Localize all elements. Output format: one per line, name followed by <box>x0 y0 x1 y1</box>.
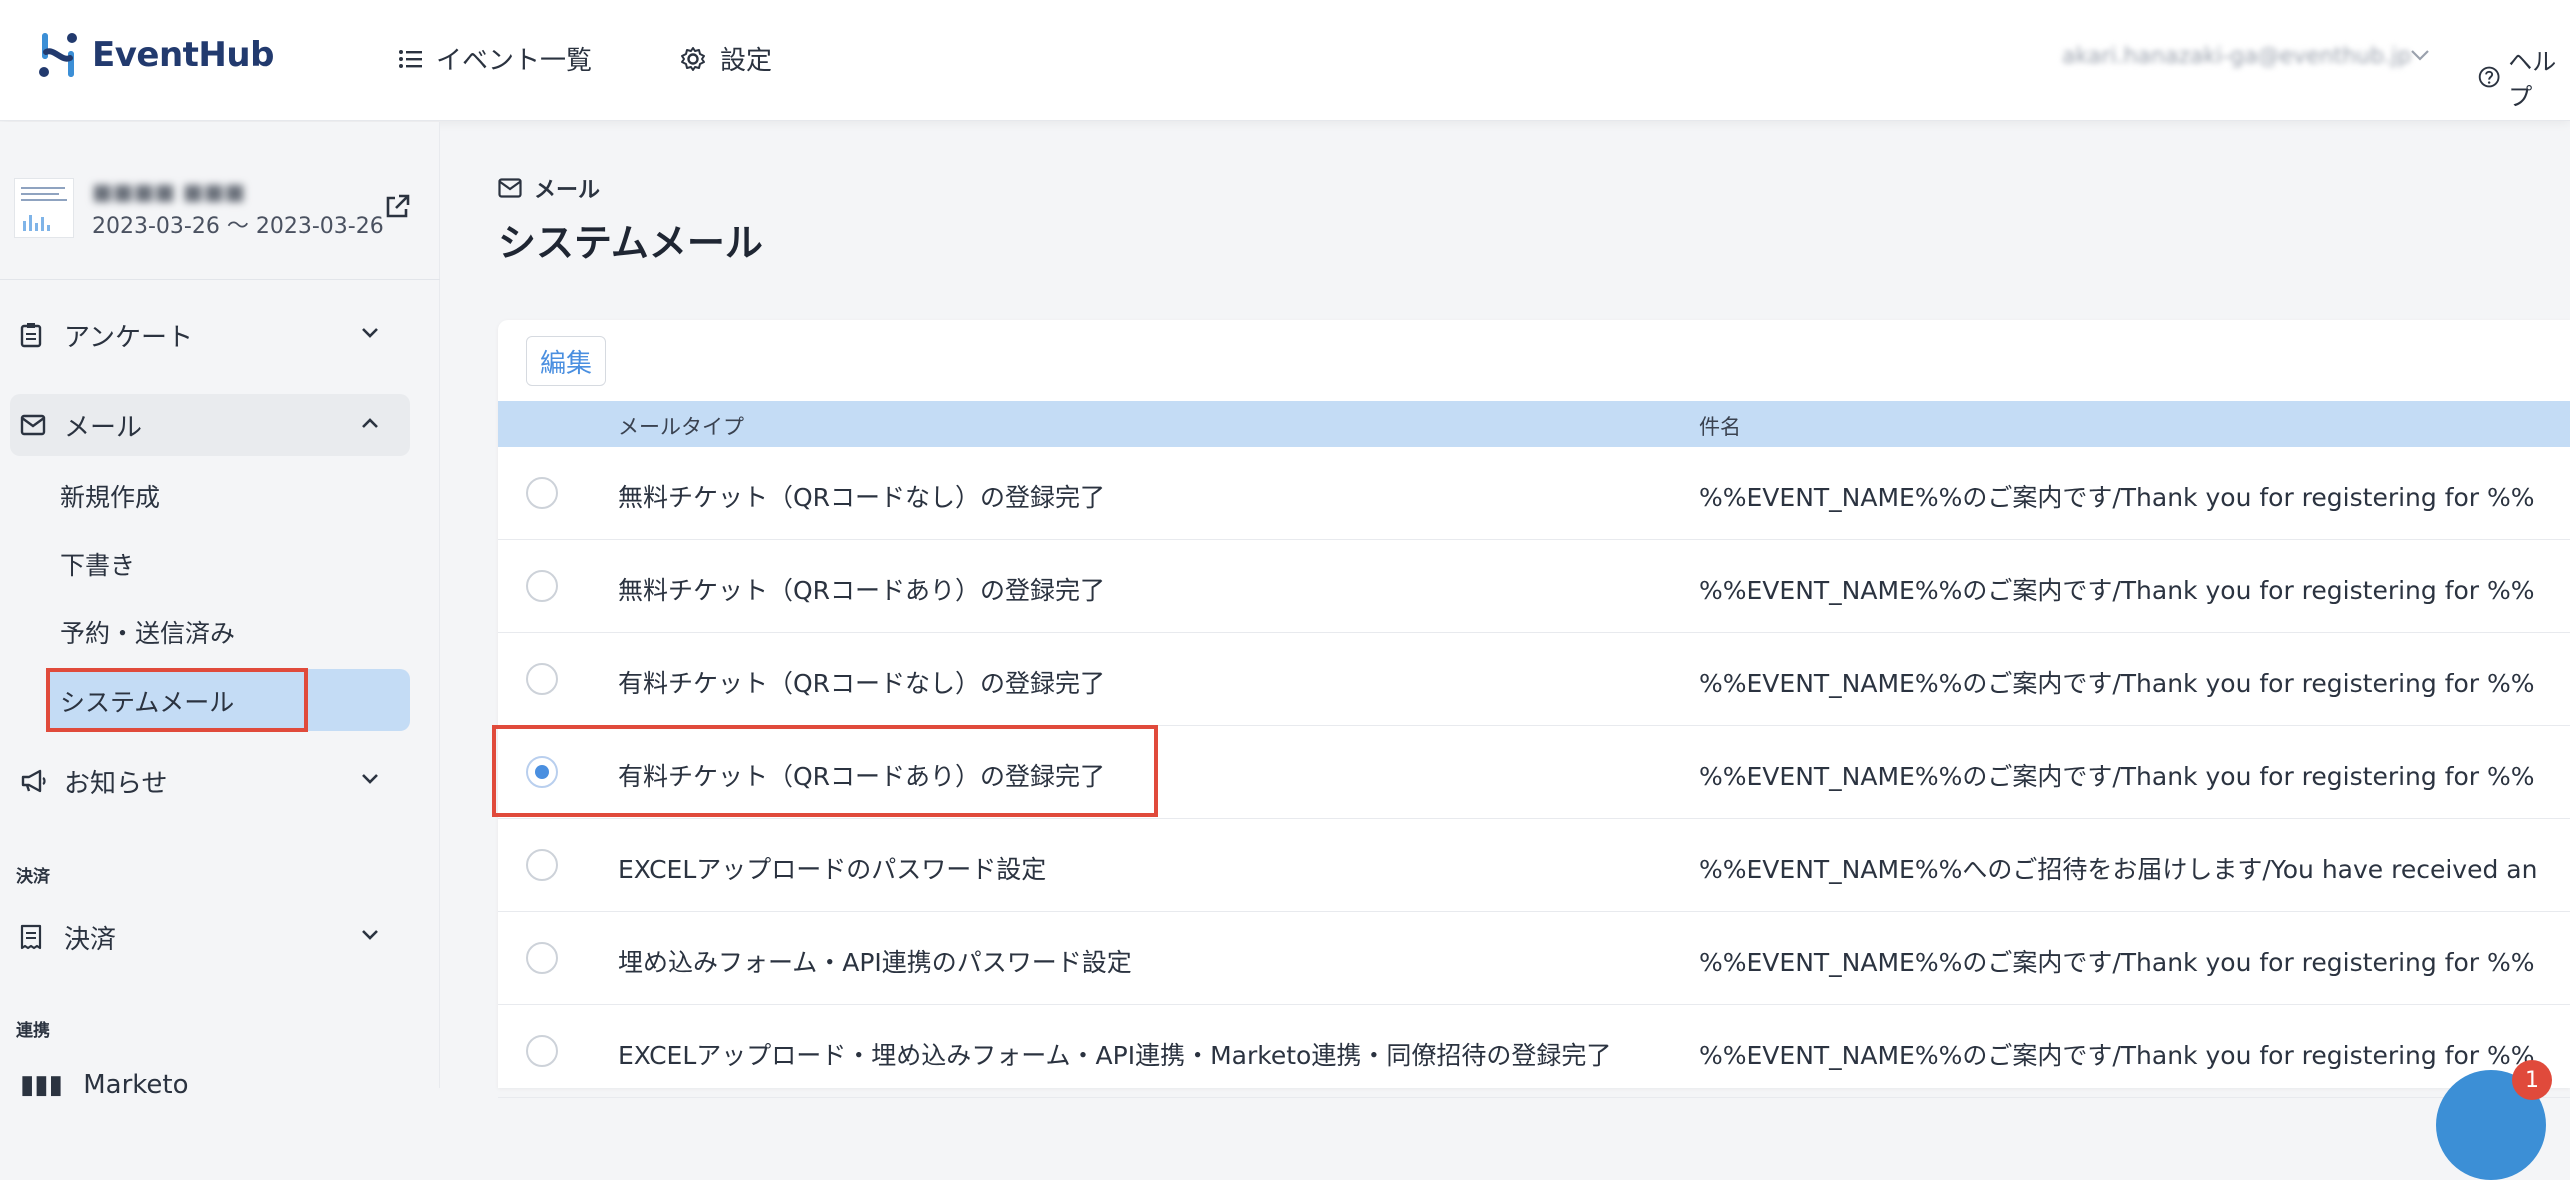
cell-subject: %%EVENT_NAME%%のご案内です/Thank you for regis… <box>1699 576 2535 605</box>
column-header-mail-type: メールタイプ <box>618 415 744 439</box>
cell-mail-type: 無料チケット（QRコードあり）の登録完了 <box>618 576 1106 605</box>
chat-notification-badge: 1 <box>2512 1060 2552 1100</box>
cell-subject: %%EVENT_NAME%%のご案内です/Thank you for regis… <box>1699 762 2535 791</box>
sidebar-item-survey[interactable]: アンケート <box>10 304 410 366</box>
sidebar-item-marketo[interactable]: ▮▮▮ Marketo <box>20 1070 189 1100</box>
bars-icon: ▮▮▮ <box>20 1070 63 1100</box>
help-link[interactable]: ヘルプ <box>2478 42 2570 112</box>
section-label-integration: 連携 <box>16 1021 50 1041</box>
event-name: ■■■■ ■■■ <box>92 180 246 205</box>
eventhub-logo[interactable]: EventHub <box>34 30 274 80</box>
table-row[interactable]: 埋め込みフォーム・API連携のパスワード設定 %%EVENT_NAME%%のご案… <box>498 912 2570 1005</box>
event-dates: 2023-03-26 〜 2023-03-26 <box>92 214 384 239</box>
table-header: メールタイプ 件名 <box>498 401 2570 447</box>
sidebar: ■■■■ ■■■ 2023-03-26 〜 2023-03-26 アンケート メ… <box>0 122 440 1100</box>
event-thumbnail <box>14 178 74 238</box>
mail-icon <box>498 178 522 198</box>
chevron-down-icon <box>362 774 378 784</box>
row-radio[interactable] <box>526 942 558 974</box>
cell-mail-type: EXCELアップロード・埋め込みフォーム・API連携・Marketo連携・同僚招… <box>618 1041 1612 1070</box>
chevron-up-icon <box>362 418 378 428</box>
table-row[interactable]: EXCELアップロード・埋め込みフォーム・API連携・Marketo連携・同僚招… <box>498 1005 2570 1098</box>
clipboard-icon <box>20 323 42 348</box>
sidebar-item-news[interactable]: お知らせ <box>10 750 410 812</box>
nav-event-list[interactable]: イベント一覧 <box>398 40 592 77</box>
receipt-icon <box>20 924 42 950</box>
row-radio[interactable] <box>526 570 558 602</box>
row-radio[interactable] <box>526 1035 558 1067</box>
row-radio[interactable] <box>526 849 558 881</box>
sidebar-subitem-new[interactable]: 新規作成 <box>60 478 160 514</box>
system-mail-panel: 編集 メールタイプ 件名 無料チケット（QRコードなし）の登録完了 %%EVEN… <box>498 320 2570 1098</box>
cell-subject: %%EVENT_NAME%%のご案内です/Thank you for regis… <box>1699 948 2535 977</box>
chevron-down-icon <box>362 328 378 338</box>
cell-subject: %%EVENT_NAME%%のご案内です/Thank you for regis… <box>1699 1041 2535 1070</box>
gear-icon <box>681 46 705 71</box>
sidebar-item-payment-label: 決済 <box>64 924 117 955</box>
cell-mail-type: 有料チケット（QRコードなし）の登録完了 <box>618 669 1106 698</box>
sidebar-item-mail[interactable]: メール <box>10 394 410 456</box>
cell-mail-type: EXCELアップロードのパスワード設定 <box>618 855 1047 884</box>
breadcrumb-label[interactable]: メール <box>534 172 600 204</box>
nav-settings-label: 設定 <box>720 46 773 76</box>
edit-button[interactable]: 編集 <box>526 336 606 386</box>
user-email[interactable]: akari.hanazaki-ga@eventhub.jp <box>2062 44 2411 69</box>
sidebar-subitem-sent[interactable]: 予約・送信済み <box>60 614 235 650</box>
chevron-down-icon[interactable] <box>2410 48 2430 62</box>
section-label-payment: 決済 <box>16 867 50 887</box>
chevron-down-icon <box>362 930 378 940</box>
page-title: システムメール <box>498 221 763 265</box>
nav-settings[interactable]: 設定 <box>680 40 772 77</box>
top-header: EventHub イベント一覧 設定 akari.hanazaki-ga@eve… <box>0 0 2570 121</box>
sidebar-item-news-label: お知らせ <box>64 768 168 799</box>
table-row[interactable]: 無料チケット（QRコードあり）の登録完了 %%EVENT_NAME%%のご案内で… <box>498 540 2570 633</box>
annotation-highlight-sidebar <box>46 668 308 732</box>
cell-mail-type: 埋め込みフォーム・API連携のパスワード設定 <box>618 948 1132 977</box>
row-radio[interactable] <box>526 477 558 509</box>
breadcrumb: メール <box>498 172 600 204</box>
list-icon <box>399 49 422 68</box>
sidebar-item-marketo-label: Marketo <box>83 1070 189 1100</box>
sidebar-subitem-draft[interactable]: 下書き <box>60 546 135 582</box>
cell-subject: %%EVENT_NAME%%のご案内です/Thank you for regis… <box>1699 669 2535 698</box>
sidebar-item-payment[interactable]: 決済 <box>10 906 410 968</box>
sidebar-divider <box>0 279 440 280</box>
table-row[interactable]: 無料チケット（QRコードなし）の登録完了 %%EVENT_NAME%%のご案内で… <box>498 447 2570 540</box>
annotation-highlight-row <box>492 725 1158 817</box>
table-row[interactable]: 有料チケット（QRコードなし）の登録完了 %%EVENT_NAME%%のご案内で… <box>498 633 2570 726</box>
logo-icon <box>39 33 77 77</box>
external-link-icon[interactable] <box>382 192 412 222</box>
column-header-subject: 件名 <box>1699 415 1741 439</box>
megaphone-icon <box>21 769 46 793</box>
sidebar-item-mail-label: メール <box>64 412 143 443</box>
table-row[interactable]: EXCELアップロードのパスワード設定 %%EVENT_NAME%%へのご招待を… <box>498 819 2570 912</box>
row-radio[interactable] <box>526 663 558 695</box>
mail-icon <box>20 414 46 436</box>
cell-subject: %%EVENT_NAME%%のご案内です/Thank you for regis… <box>1699 483 2535 512</box>
help-icon <box>2478 66 2500 88</box>
nav-event-list-label: イベント一覧 <box>436 46 593 76</box>
cell-subject: %%EVENT_NAME%%へのご招待をお届けします/You have rece… <box>1699 855 2538 884</box>
cell-mail-type: 無料チケット（QRコードなし）の登録完了 <box>618 483 1106 512</box>
logo-text: EventHub <box>92 35 274 75</box>
sidebar-item-survey-label: アンケート <box>64 322 193 353</box>
help-label: ヘルプ <box>2508 48 2557 111</box>
